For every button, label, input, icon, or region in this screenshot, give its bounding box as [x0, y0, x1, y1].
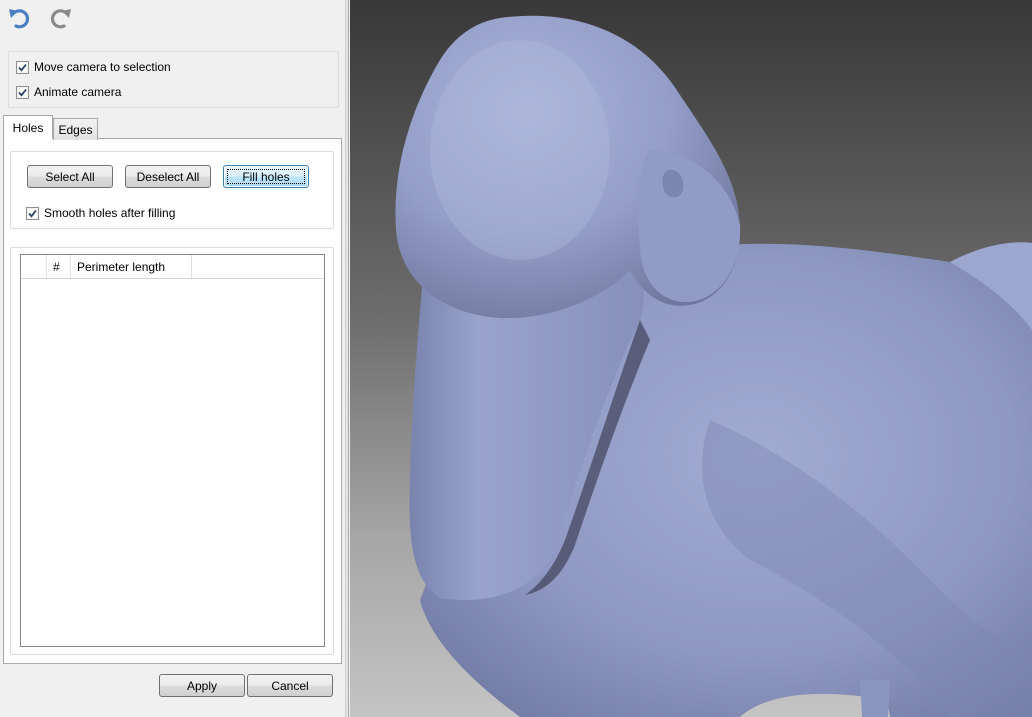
- cancel-button[interactable]: Cancel: [247, 674, 333, 697]
- tab-edges-label: Edges: [58, 122, 93, 137]
- duck-head-highlight: [430, 40, 610, 260]
- tab-holes[interactable]: Holes: [3, 115, 53, 139]
- checkbox-checked-icon: [16, 85, 29, 99]
- column-header-number[interactable]: #: [47, 255, 71, 278]
- fill-holes-button[interactable]: Fill holes: [223, 165, 309, 188]
- redo-arrow-icon: [47, 5, 73, 34]
- move-camera-label: Move camera to selection: [34, 60, 171, 74]
- apply-button[interactable]: Apply: [159, 674, 245, 697]
- tool-panel: Move camera to selection Animate camera …: [0, 0, 345, 717]
- select-all-label: Select All: [45, 169, 95, 184]
- tab-edges[interactable]: Edges: [53, 118, 98, 140]
- column-perimeter-label: Perimeter length: [77, 259, 166, 274]
- holes-table-header: # Perimeter length: [21, 255, 324, 279]
- panel-splitter[interactable]: [345, 0, 349, 717]
- duck-mesh-render: [395, 15, 1032, 717]
- 3d-viewport[interactable]: [350, 0, 1032, 717]
- column-header-perimeter[interactable]: Perimeter length: [71, 255, 192, 278]
- animate-camera-checkbox[interactable]: Animate camera: [16, 84, 121, 100]
- checkbox-checked-icon: [16, 60, 29, 74]
- column-header-select[interactable]: [21, 255, 47, 278]
- animate-camera-label: Animate camera: [34, 85, 122, 99]
- holes-table[interactable]: # Perimeter length: [20, 254, 325, 647]
- cancel-label: Cancel: [271, 678, 309, 693]
- mesh-repair-window: Move camera to selection Animate camera …: [0, 0, 1032, 717]
- apply-label: Apply: [186, 678, 218, 693]
- undo-arrow-icon: [7, 5, 33, 34]
- select-all-button[interactable]: Select All: [27, 165, 113, 188]
- undo-button[interactable]: [6, 5, 34, 33]
- tab-holes-label: Holes: [12, 120, 44, 135]
- duck-leg-shape: [860, 680, 890, 717]
- checkbox-checked-icon: [26, 206, 39, 220]
- redo-button[interactable]: [46, 5, 74, 33]
- move-camera-checkbox[interactable]: Move camera to selection: [16, 59, 171, 75]
- deselect-all-button[interactable]: Deselect All: [125, 165, 211, 188]
- smooth-holes-label: Smooth holes after filling: [44, 206, 176, 220]
- column-number-label: #: [53, 259, 60, 274]
- deselect-all-label: Deselect All: [136, 169, 200, 184]
- fill-holes-label: Fill holes: [242, 169, 290, 184]
- smooth-holes-checkbox[interactable]: Smooth holes after filling: [26, 205, 175, 221]
